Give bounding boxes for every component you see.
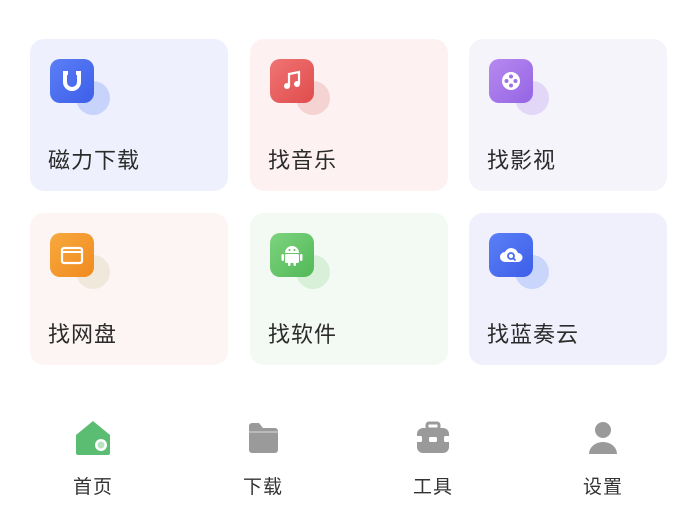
tab-label: 下载 [242, 476, 283, 498]
card-find-music[interactable]: 找音乐 [250, 39, 448, 191]
card-label: 找影视 [487, 149, 557, 174]
card-find-software[interactable]: 找软件 [250, 213, 448, 365]
card-find-video[interactable]: 找影视 [469, 39, 667, 191]
folder-icon [50, 233, 94, 277]
card-find-lanzou[interactable]: 找蓝奏云 [469, 213, 667, 365]
music-note-icon [270, 59, 314, 103]
tab-label: 设置 [582, 476, 623, 498]
tab-download[interactable]: 下载 [208, 418, 318, 502]
home-icon [73, 418, 113, 458]
card-label: 找音乐 [268, 149, 338, 174]
card-label: 找网盘 [48, 323, 118, 348]
feature-grid: 磁力下载 找音乐 找影视 找网盘 找软件 找蓝奏云 [0, 0, 700, 380]
android-icon [270, 233, 314, 277]
tab-label: 工具 [412, 476, 453, 498]
tab-home[interactable]: 首页 [38, 418, 148, 502]
card-find-netdisk[interactable]: 找网盘 [30, 213, 228, 365]
magnet-icon [50, 59, 94, 103]
film-reel-icon [489, 59, 533, 103]
user-icon [583, 418, 623, 458]
download-folder-icon [243, 418, 283, 458]
card-magnet-download[interactable]: 磁力下载 [30, 39, 228, 191]
tab-label: 首页 [72, 476, 113, 498]
card-label: 磁力下载 [48, 149, 141, 174]
tab-settings[interactable]: 设置 [548, 418, 658, 502]
card-label: 找蓝奏云 [487, 323, 580, 348]
cloud-search-icon [489, 233, 533, 277]
toolbox-icon [413, 418, 453, 458]
bottom-tab-bar: 首页 下载 工具 设置 [0, 400, 700, 510]
card-label: 找软件 [268, 323, 338, 348]
tab-tools[interactable]: 工具 [378, 418, 488, 502]
